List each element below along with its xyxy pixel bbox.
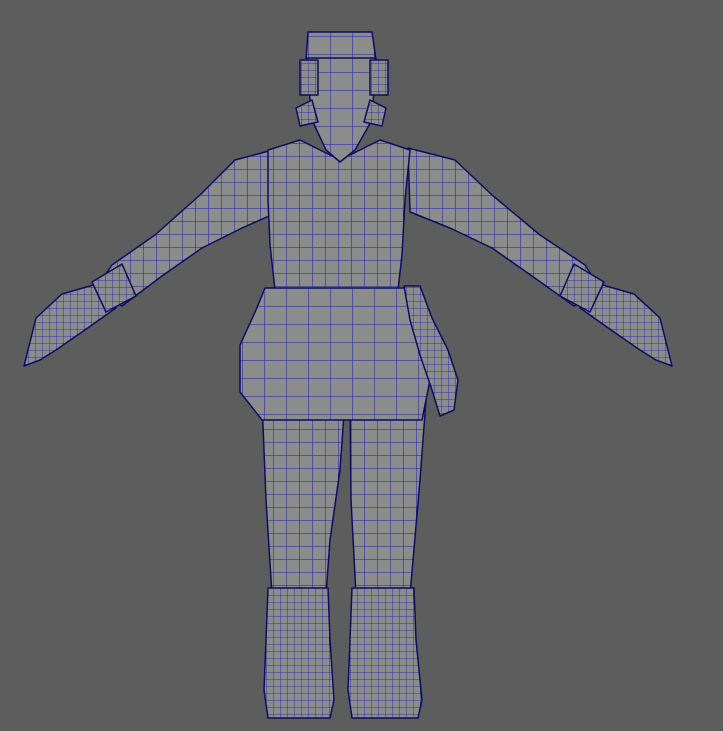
right-boot[interactable] (347, 587, 423, 719)
wireframe-character-model[interactable] (0, 0, 723, 731)
left-ear-piece[interactable] (299, 59, 319, 96)
torso[interactable] (267, 139, 411, 291)
left-boot[interactable] (263, 587, 335, 719)
left-leg[interactable] (261, 399, 346, 596)
helmet-top[interactable] (305, 31, 377, 61)
right-ear-piece[interactable] (369, 59, 389, 96)
right-leg[interactable] (349, 399, 427, 596)
3d-viewport[interactable] (0, 0, 723, 731)
pelvis[interactable] (239, 287, 431, 421)
